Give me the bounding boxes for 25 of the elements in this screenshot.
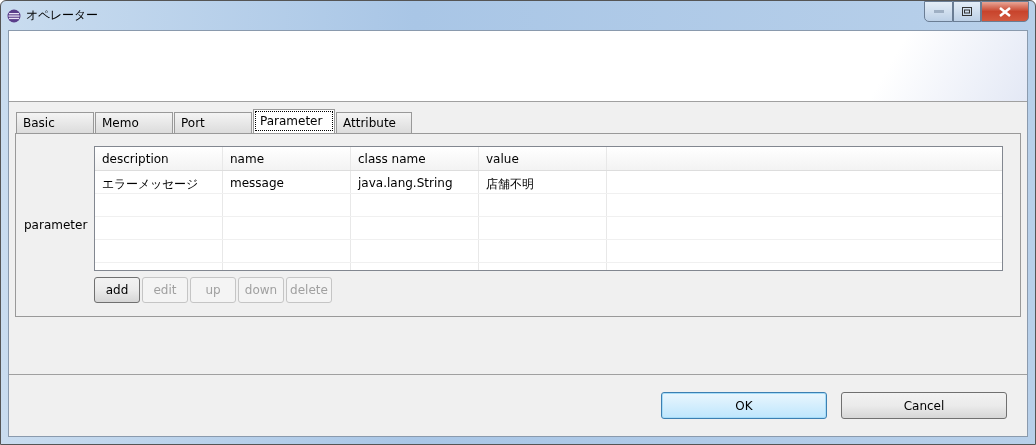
tab[interactable]: Port: [174, 112, 252, 133]
table-cell: message: [223, 170, 351, 193]
table-cell: 店舗不明: [479, 170, 607, 193]
column-header[interactable]: name: [223, 146, 351, 170]
column-header[interactable]: class name: [351, 146, 479, 170]
maximize-button[interactable]: [953, 1, 981, 22]
tab[interactable]: Memo: [95, 112, 173, 133]
tab[interactable]: Basic: [16, 112, 94, 133]
close-button[interactable]: [981, 1, 1029, 22]
table-cell: java.lang.String: [351, 170, 479, 193]
window-title: オペレーター: [26, 7, 98, 24]
column-header[interactable]: description: [95, 146, 223, 170]
maximize-icon: [962, 7, 972, 16]
tab[interactable]: Parameter: [253, 109, 335, 133]
column-header[interactable]: value: [479, 146, 607, 170]
parameter-label: parameter: [24, 218, 89, 232]
minimize-icon: [933, 9, 944, 14]
tab[interactable]: Attribute: [336, 112, 412, 133]
dialog-button[interactable]: Cancel: [841, 392, 1007, 419]
close-icon: [999, 6, 1011, 17]
table-cell: エラーメッセージ: [95, 170, 223, 193]
table-button[interactable]: add: [94, 276, 140, 303]
minimize-button[interactable]: [924, 1, 953, 22]
dialog-button[interactable]: OK: [661, 392, 827, 419]
app-icon: [7, 8, 21, 23]
